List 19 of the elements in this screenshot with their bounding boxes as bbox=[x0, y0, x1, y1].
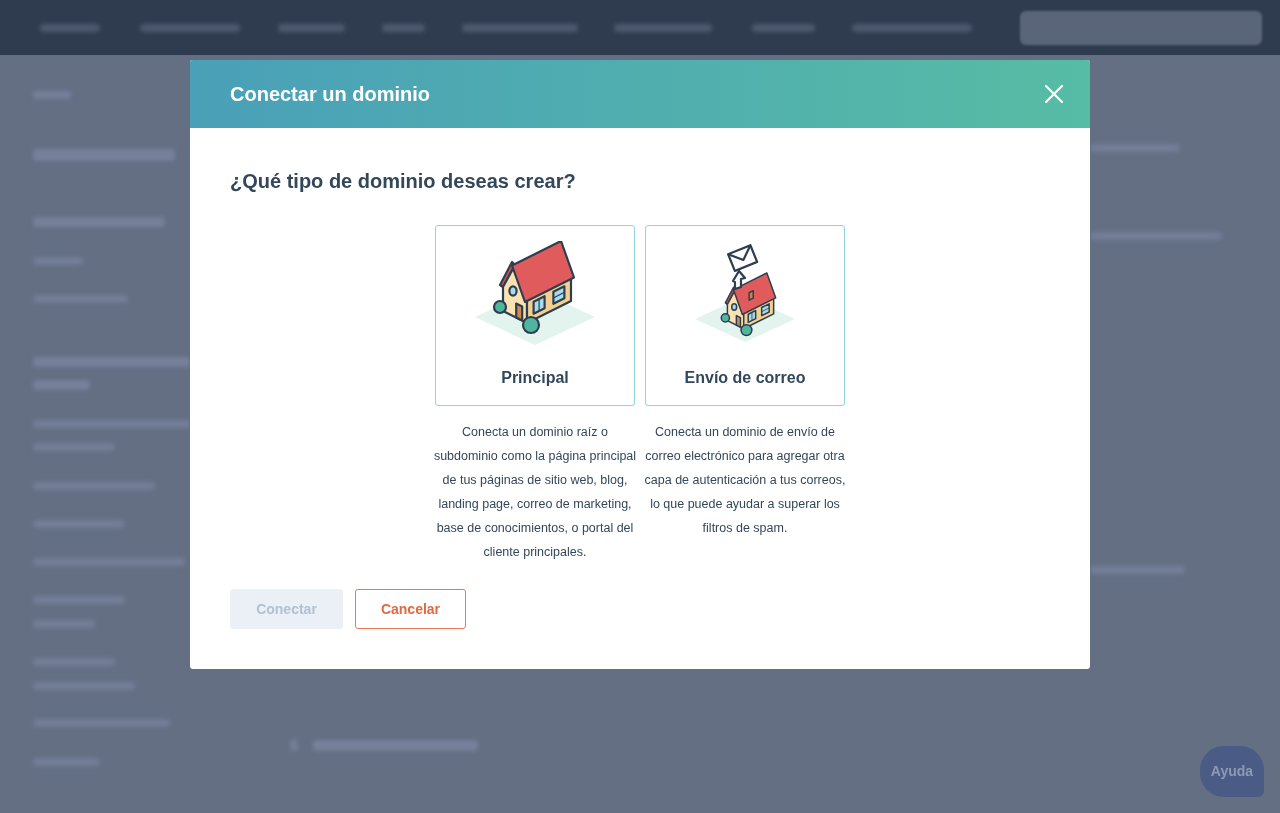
cancel-button[interactable]: Cancelar bbox=[355, 589, 466, 629]
option-description: Conecta un dominio de envío de correo electrónico para agregar otra capa de autenticación a tus correos, lo que puede ayudar a superar los filtros de spam. bbox=[643, 424, 847, 537]
blurred-nav-item[interactable] bbox=[462, 23, 578, 32]
blurred-nav-item[interactable] bbox=[752, 23, 815, 32]
dialog-question: ¿Qué tipo de dominio deseas crear? bbox=[230, 169, 577, 194]
blurred-sidebar-item[interactable] bbox=[33, 420, 190, 428]
dialog-title: Conectar un dominio bbox=[230, 82, 430, 107]
close-icon bbox=[1045, 85, 1063, 103]
blurred-nav-item[interactable] bbox=[40, 23, 100, 32]
blurred-nav-item[interactable] bbox=[140, 23, 240, 32]
blurred-nav-item[interactable] bbox=[382, 23, 425, 32]
blurred-nav-item[interactable] bbox=[852, 23, 972, 32]
blurred-nav-item[interactable] bbox=[614, 23, 712, 32]
option-description: Conecta un dominio raíz o subdominio como la página principal de tus páginas de sitio web, blog, landing page, correo de marketing, base de conocimientos, o portal del cliente principales. bbox=[432, 424, 638, 561]
domain-option-card[interactable]: Principal bbox=[435, 225, 635, 406]
blurred-nav-item[interactable] bbox=[278, 23, 345, 32]
help-button[interactable]: Ayuda bbox=[1200, 746, 1264, 797]
blurred-search-field[interactable] bbox=[1020, 10, 1262, 45]
domain-option-card[interactable]: Envío de correo bbox=[645, 225, 845, 406]
